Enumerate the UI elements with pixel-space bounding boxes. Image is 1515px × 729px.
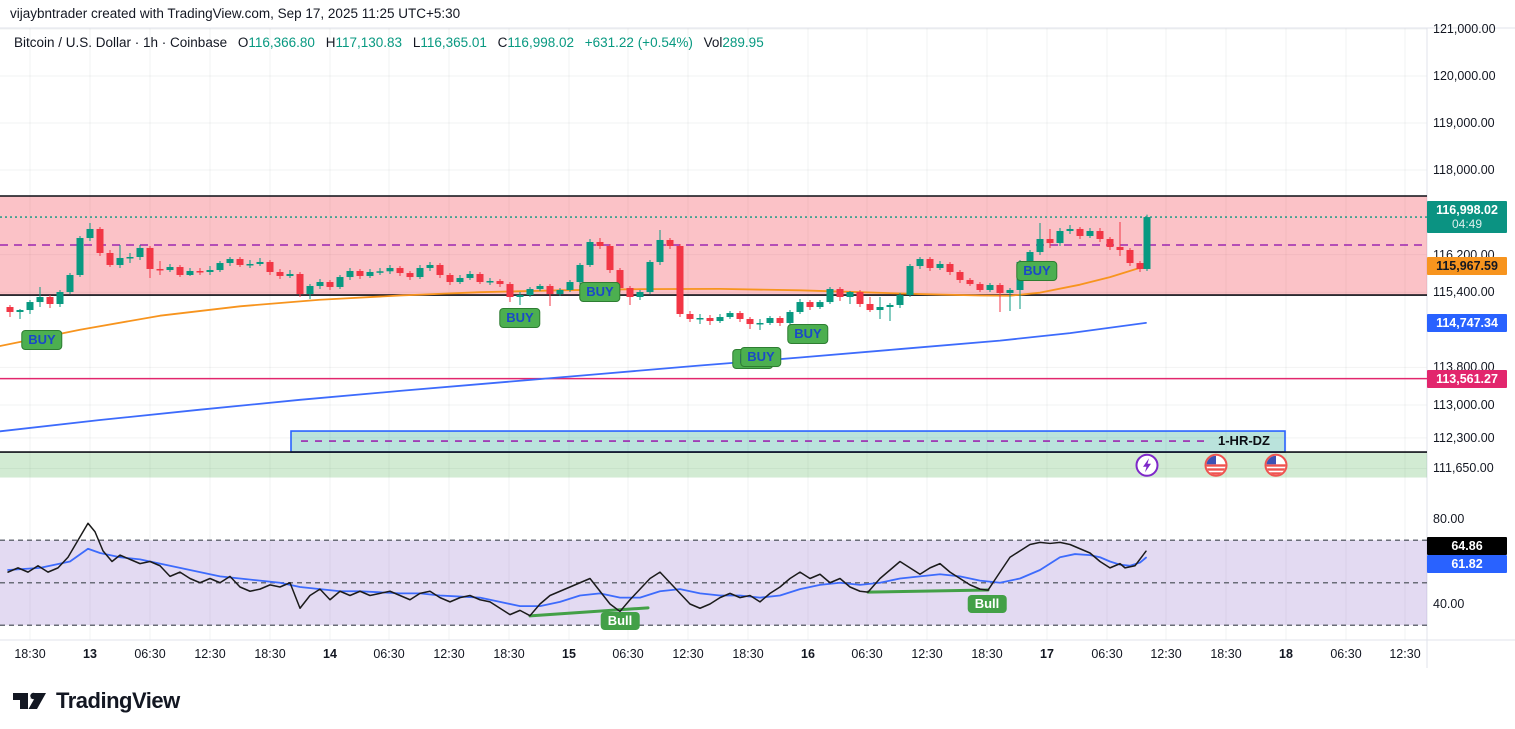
- time-axis-tick: 16: [801, 647, 815, 661]
- us-flag-event-icon[interactable]: [1264, 453, 1288, 477]
- buy-signal-marker[interactable]: BUY: [1016, 261, 1058, 281]
- buy-signal-marker[interactable]: BUY: [499, 308, 541, 328]
- time-axis-tick: 06:30: [1091, 647, 1123, 661]
- rsi-badge-rsi-ma: 61.82: [1427, 554, 1507, 573]
- time-axis-tick: 12:30: [911, 647, 943, 661]
- countdown-timer: 04:49: [1451, 217, 1483, 232]
- time-axis-tick: 18:30: [1210, 647, 1242, 661]
- time-axis-tick: 12:30: [1389, 647, 1421, 661]
- time-axis-tick: 06:30: [373, 647, 405, 661]
- time-axis-tick: 06:30: [1330, 647, 1362, 661]
- time-axis-tick: 15: [562, 647, 576, 661]
- price-axis-tick: 119,000.00: [1433, 116, 1495, 130]
- price-axis-tick: 111,650.00: [1433, 461, 1494, 476]
- rsi-axis-tick: 80.00: [1433, 512, 1465, 526]
- price-axis-tick: 118,000.00: [1433, 163, 1495, 177]
- time-axis-tick: 17: [1040, 647, 1054, 661]
- price-axis-tick: 113,000.00: [1433, 397, 1495, 412]
- time-axis-tick: 13: [83, 647, 97, 661]
- tradingview-logo[interactable]: TradingView: [12, 686, 180, 716]
- time-axis-tick: 06:30: [851, 647, 883, 661]
- tradingview-chart-snapshot: vijaybntrader created with TradingView.c…: [0, 0, 1515, 729]
- time-axis-tick: 14: [323, 647, 337, 661]
- buy-signal-marker[interactable]: BUY: [787, 323, 829, 344]
- price-axis-tick: 120,000.00: [1433, 69, 1496, 83]
- rsi-badge-rsi: 64.86: [1427, 537, 1507, 556]
- bull-divergence-marker[interactable]: Bull: [967, 595, 1007, 613]
- time-axis-tick: 18:30: [254, 647, 286, 661]
- time-axis-tick: 06:30: [134, 647, 166, 661]
- time-axis-tick: 18:30: [732, 647, 764, 661]
- price-badge-ma-orange: 115,967.59: [1427, 256, 1507, 275]
- price-badge-current: 116,998.02 04:49: [1427, 201, 1507, 234]
- economic-event-lightning-icon[interactable]: [1135, 453, 1159, 477]
- demand-zone-label: 1-HR-DZ: [1218, 433, 1270, 448]
- time-axis-tick: 18:30: [971, 647, 1003, 661]
- price-axis-tick: 121,000.00: [1433, 22, 1496, 36]
- time-axis-tick: 18:30: [14, 647, 46, 661]
- time-axis-tick: 06:30: [612, 647, 644, 661]
- price-badge-pink-level: 113,561.27: [1427, 369, 1507, 388]
- time-axis-tick: 12:30: [194, 647, 226, 661]
- time-axis-tick: 18: [1279, 647, 1293, 661]
- time-axis-tick: 12:30: [672, 647, 704, 661]
- time-axis-tick: 12:30: [1150, 647, 1182, 661]
- tradingview-logo-icon: [13, 692, 46, 709]
- bull-divergence-marker[interactable]: Bull: [600, 612, 640, 630]
- buy-signal-marker[interactable]: BUY: [579, 282, 621, 302]
- price-axis-tick: 112,300.00: [1433, 430, 1495, 445]
- price-axis-tick: 115,400.00: [1433, 285, 1495, 300]
- one-hour-demand-zone[interactable]: [290, 430, 1286, 453]
- buy-signal-marker[interactable]: BUY: [21, 329, 63, 350]
- buy-signal-marker[interactable]: BUY: [740, 347, 782, 367]
- us-flag-event-icon[interactable]: [1204, 453, 1228, 477]
- tradingview-logo-text: TradingView: [56, 688, 180, 713]
- rsi-axis-tick: 40.00: [1433, 597, 1465, 611]
- time-axis-tick: 18:30: [493, 647, 525, 661]
- time-axis-tick: 12:30: [433, 647, 465, 661]
- price-badge-ma-blue: 114,747.34: [1427, 313, 1507, 332]
